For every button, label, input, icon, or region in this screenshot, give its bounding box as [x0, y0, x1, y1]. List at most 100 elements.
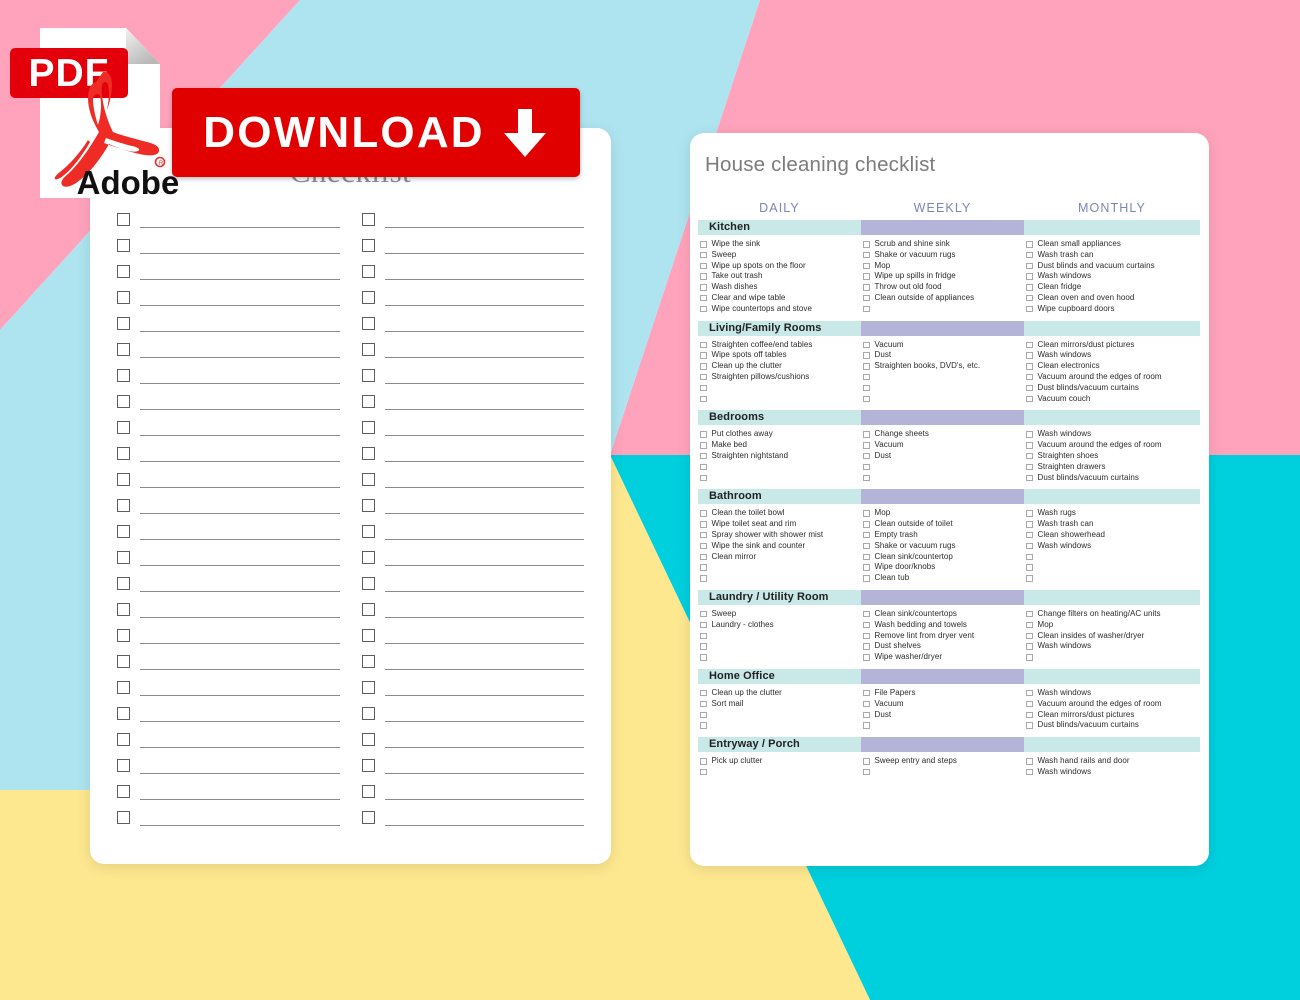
task-row[interactable]: Sweep entry and steps [863, 756, 1024, 767]
task-checkbox[interactable] [863, 621, 870, 629]
task-row[interactable] [863, 473, 1024, 484]
blank-write-line[interactable] [384, 747, 584, 748]
blank-write-line[interactable] [384, 721, 584, 722]
task-row[interactable] [1026, 573, 1200, 584]
blank-checkbox[interactable] [117, 421, 130, 434]
task-row[interactable]: Shake or vacuum rugs [863, 250, 1024, 261]
task-checkbox[interactable] [700, 352, 707, 359]
blank-checkbox[interactable] [361, 681, 375, 694]
task-checkbox[interactable] [1026, 284, 1033, 291]
task-checkbox[interactable] [1026, 241, 1033, 248]
task-checkbox[interactable] [863, 722, 870, 729]
blank-checkbox[interactable] [117, 629, 130, 642]
blank-checkbox[interactable] [361, 811, 375, 824]
blank-checkbox[interactable] [117, 785, 130, 798]
task-row[interactable]: Remove lint from dryer vent [863, 631, 1024, 642]
task-checkbox[interactable] [700, 305, 707, 313]
task-row[interactable]: Clean mirrors/dust pictures [1026, 340, 1200, 351]
task-checkbox[interactable] [863, 273, 870, 280]
task-row[interactable]: Clean showerhead [1026, 530, 1200, 541]
task-row[interactable]: Wipe up spots on the floor [700, 261, 861, 272]
blank-checkbox[interactable] [117, 447, 130, 460]
task-checkbox[interactable] [700, 632, 707, 640]
task-checkbox[interactable] [863, 341, 870, 349]
task-row[interactable]: Dust shelves [863, 641, 1024, 652]
task-row[interactable]: Change sheets [863, 429, 1024, 440]
task-checkbox[interactable] [700, 241, 707, 248]
blank-checkbox[interactable] [361, 473, 375, 486]
task-row[interactable]: Straighten drawers [1026, 462, 1200, 473]
task-checkbox[interactable] [1026, 521, 1033, 528]
task-checkbox[interactable] [863, 452, 870, 460]
blank-write-line[interactable] [140, 357, 340, 358]
task-row[interactable] [863, 304, 1024, 315]
task-checkbox[interactable] [1026, 352, 1033, 359]
task-checkbox[interactable] [1026, 711, 1033, 718]
task-checkbox[interactable] [1026, 474, 1033, 482]
task-row[interactable]: Wipe the sink and counter [700, 541, 861, 552]
blank-checkbox[interactable] [361, 707, 375, 720]
blank-write-line[interactable] [384, 435, 584, 436]
task-checkbox[interactable] [1026, 452, 1033, 460]
blank-write-line[interactable] [384, 487, 584, 488]
task-checkbox[interactable] [1026, 564, 1033, 571]
task-checkbox[interactable] [1026, 542, 1033, 550]
blank-checkbox[interactable] [117, 603, 130, 616]
task-row[interactable] [700, 767, 861, 778]
blank-write-line[interactable] [140, 279, 340, 280]
task-row[interactable]: Vacuum [863, 340, 1024, 351]
task-checkbox[interactable] [863, 294, 870, 302]
task-row[interactable]: Clean the toilet bowl [700, 508, 861, 519]
task-checkbox[interactable] [700, 553, 707, 561]
task-checkbox[interactable] [700, 363, 707, 370]
task-row[interactable]: Wipe spots off tables [700, 350, 861, 361]
blank-checkbox[interactable] [361, 239, 375, 252]
task-row[interactable]: Dust [863, 451, 1024, 462]
blank-checkbox[interactable] [361, 759, 375, 772]
blank-checkbox[interactable] [117, 707, 130, 720]
task-checkbox[interactable] [863, 531, 870, 539]
blank-write-line[interactable] [140, 383, 340, 384]
task-checkbox[interactable] [863, 700, 870, 708]
task-checkbox[interactable] [700, 758, 707, 765]
blank-write-line[interactable] [384, 539, 584, 540]
task-row[interactable]: Clean small appliances [1026, 239, 1200, 250]
task-checkbox[interactable] [863, 564, 870, 571]
task-row[interactable]: Clean mirror [700, 552, 861, 563]
task-checkbox[interactable] [700, 564, 707, 571]
task-checkbox[interactable] [863, 384, 870, 392]
blank-checkbox[interactable] [117, 265, 130, 278]
task-checkbox[interactable] [700, 284, 707, 291]
task-row[interactable]: Put clothes away [700, 429, 861, 440]
blank-checkbox[interactable] [361, 577, 375, 590]
blank-checkbox[interactable] [361, 317, 375, 330]
task-row[interactable]: Wash bedding and towels [863, 620, 1024, 631]
blank-write-line[interactable] [140, 487, 340, 488]
blank-checkbox[interactable] [117, 577, 130, 590]
task-checkbox[interactable] [1026, 643, 1033, 650]
blank-write-line[interactable] [140, 773, 340, 774]
task-checkbox[interactable] [700, 768, 707, 776]
task-checkbox[interactable] [1026, 654, 1033, 661]
task-checkbox[interactable] [1026, 463, 1033, 471]
task-row[interactable]: Vacuum [863, 699, 1024, 710]
blank-write-line[interactable] [384, 695, 584, 696]
task-checkbox[interactable] [700, 711, 707, 718]
task-checkbox[interactable] [1026, 510, 1033, 517]
task-checkbox[interactable] [863, 352, 870, 359]
task-row[interactable]: Vacuum around the edges of room [1026, 699, 1200, 710]
task-checkbox[interactable] [700, 610, 707, 618]
task-row[interactable]: Wash windows [1026, 350, 1200, 361]
task-row[interactable]: Mop [863, 261, 1024, 272]
task-row[interactable] [700, 720, 861, 731]
task-row[interactable] [863, 383, 1024, 394]
task-checkbox[interactable] [863, 284, 870, 291]
task-checkbox[interactable] [1026, 553, 1033, 561]
blank-write-line[interactable] [140, 591, 340, 592]
task-checkbox[interactable] [863, 643, 870, 650]
task-checkbox[interactable] [700, 654, 707, 661]
task-row[interactable]: Clear and wipe table [700, 293, 861, 304]
blank-write-line[interactable] [384, 461, 584, 462]
task-checkbox[interactable] [700, 294, 707, 302]
blank-write-line[interactable] [384, 513, 584, 514]
